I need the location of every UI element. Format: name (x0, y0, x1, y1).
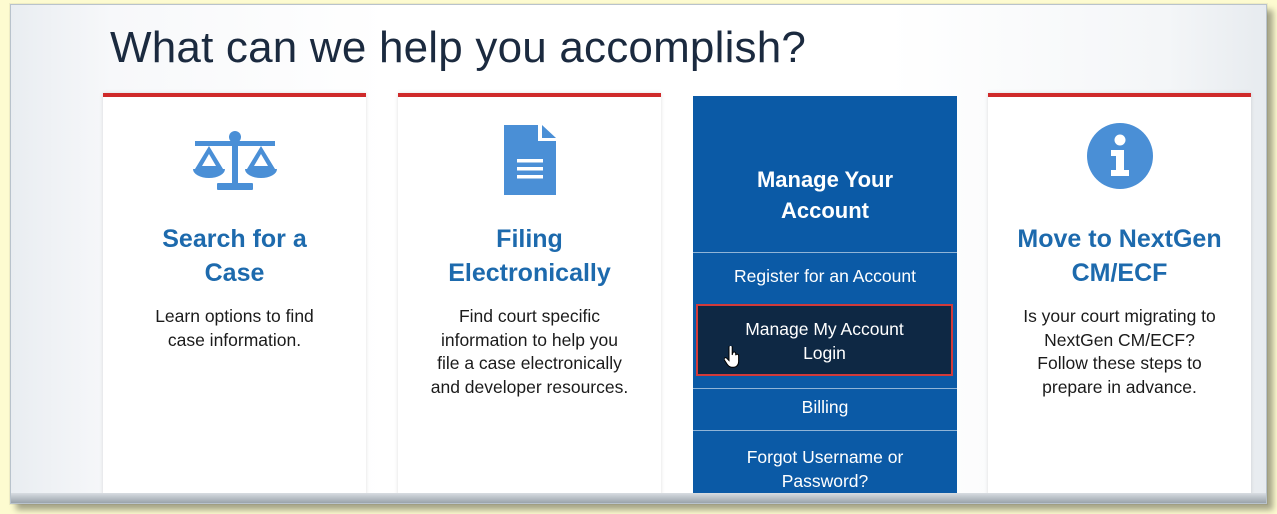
document-icon (398, 125, 661, 195)
frame-bottom-edge (11, 493, 1266, 503)
manage-account-card: Manage Your Account Register for an Acco… (693, 96, 957, 503)
forgot-username-password-link[interactable]: Forgot Username or Password? (693, 445, 957, 493)
billing-link[interactable]: Billing (693, 395, 957, 419)
divider (693, 388, 957, 389)
manage-my-account-login-link[interactable]: Manage My Account Login (696, 304, 953, 376)
divider (693, 252, 957, 253)
scales-icon (103, 127, 366, 193)
search-case-card[interactable]: Search for a Case Learn options to find … (103, 93, 366, 503)
card-title[interactable]: Move to NextGen CM/ECF (1008, 222, 1231, 290)
page-heading: What can we help you accomplish? (110, 23, 807, 72)
card-description: Learn options to find case information. (155, 306, 314, 350)
page-frame: What can we help you accomplish? Search … (10, 4, 1267, 504)
nextgen-card[interactable]: Move to NextGen CM/ECF Is your court mig… (988, 93, 1251, 503)
filing-electronically-card[interactable]: Filing Electronically Find court specifi… (398, 93, 661, 503)
card-title[interactable]: Filing Electronically (418, 222, 641, 290)
divider (693, 430, 957, 431)
info-icon (988, 123, 1251, 193)
card-title[interactable]: Search for a Case (123, 222, 346, 290)
link-label-line1: Manage My Account (745, 319, 904, 339)
card-description: Is your court migrating to NextGen CM/EC… (1023, 306, 1216, 397)
card-description: Find court specific information to help … (430, 306, 629, 397)
manage-account-title: Manage Your Account (756, 167, 894, 223)
hand-cursor-icon (724, 346, 740, 368)
register-account-link[interactable]: Register for an Account (693, 264, 957, 288)
